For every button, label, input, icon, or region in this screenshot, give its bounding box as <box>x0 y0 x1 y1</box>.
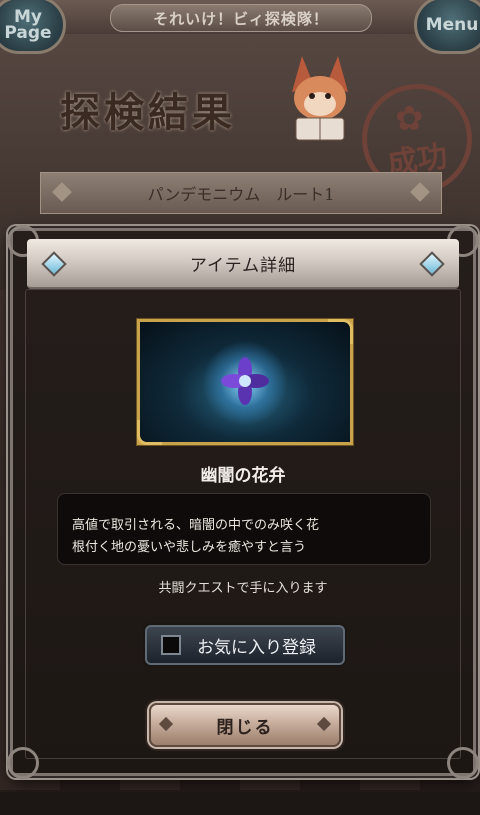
ornament-icon <box>410 182 430 202</box>
gem-icon <box>419 251 445 277</box>
flower-petal-icon <box>221 357 269 405</box>
favorite-label: お気に入り登録 <box>197 637 316 658</box>
paw-icon: ✿ <box>395 99 424 139</box>
item-image <box>137 319 353 445</box>
scroll-ornament-icon <box>447 747 479 779</box>
ornament-icon <box>158 716 174 732</box>
fox-mascot-icon <box>292 56 348 141</box>
route-name: パンデモニウム ルート1 <box>147 185 335 204</box>
item-description-line: 高値で取引される、暗闇の中でのみ咲く花 <box>72 518 320 533</box>
dialog-title: アイテム詳細 <box>189 255 297 276</box>
favorite-checkbox[interactable] <box>161 635 181 655</box>
item-source: 共闘クエストで手に入ります <box>158 581 328 596</box>
item-description-line: 根付く地の憂いや悲しみを癒やすと言う <box>72 540 307 555</box>
close-label: 閉じる <box>216 717 274 738</box>
mypage-label: My Page <box>4 7 52 43</box>
top-bar: それいけ！ビィ探検隊！ <box>0 0 480 34</box>
mypage-button[interactable]: My Page <box>0 0 66 54</box>
item-name: 幽闇の花弁 <box>200 466 286 486</box>
frame-ornament <box>137 420 162 445</box>
event-title: それいけ！ビィ探検隊！ <box>153 9 329 28</box>
scroll-ornament-icon <box>7 747 39 779</box>
bottom-strip <box>0 792 480 815</box>
dialog-header: アイテム詳細 <box>27 239 459 289</box>
item-description-box: 高値で取引される、暗闇の中でのみ咲く花 根付く地の憂いや悲しみを癒やすと言う <box>57 493 431 565</box>
route-plate: パンデモニウム ルート1 <box>40 172 442 214</box>
ornament-icon <box>316 716 332 732</box>
close-button[interactable]: 閉じる <box>149 703 341 747</box>
menu-button[interactable]: Menu <box>414 0 480 54</box>
event-title-plate: それいけ！ビィ探検隊！ <box>110 4 372 32</box>
gem-icon <box>41 251 67 277</box>
favorite-toggle-button[interactable]: お気に入り登録 <box>145 625 345 665</box>
frame-ornament <box>328 319 353 344</box>
ornament-icon <box>52 182 72 202</box>
item-detail-dialog: アイテム詳細 幽闇の花弁 高値で取引される、暗闇の中でのみ咲く花 根付く地の憂い… <box>7 225 479 779</box>
menu-label: Menu <box>425 15 479 35</box>
result-heading: 探検結果 <box>60 89 236 136</box>
